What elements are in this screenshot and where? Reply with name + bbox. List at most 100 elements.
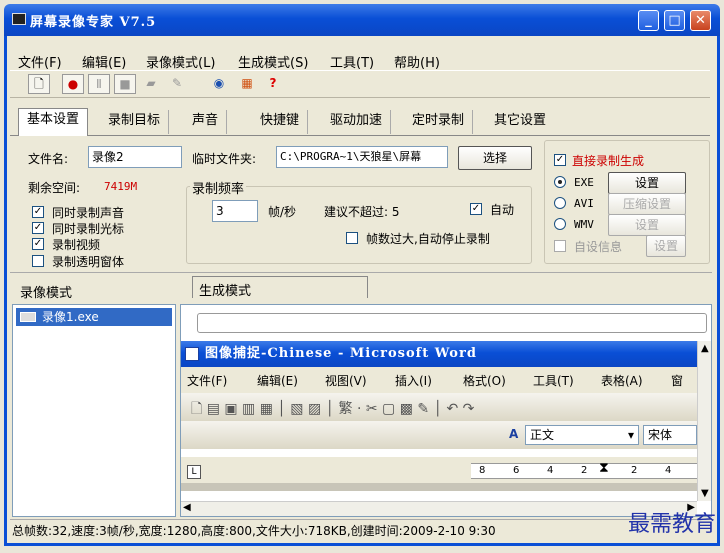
radio-wmv-label: WMV [574,218,594,231]
preview-ruler: L 8 6 4 2 ⧗ 2 4 [181,457,697,491]
paint-icon[interactable]: ▦ [236,74,258,94]
tab-other[interactable]: 其它设置 [486,110,554,134]
check-autostop-label: 帧数过大,自动停止录制 [366,232,490,246]
word-menu-table: 表格(A) [601,374,643,388]
app-icon [12,13,26,25]
word-tool-icons: 🗋 ▤ ▣ ▥ ▦ │ ▧ ▨ │ 繁 · ✂ ▢ ▩ ✎ │ ↶ ↷ [191,401,475,417]
preview-progress [197,313,707,333]
ruler-num: 2 [631,465,638,476]
ruler-num: 2 [581,465,588,476]
menu-bar: 文件(F) 编辑(E) 录像模式(L) 生成模式(S) 工具(T) 帮助(H) [14,48,714,71]
check-record-video[interactable]: ✓ [32,238,44,250]
pause-icon[interactable]: Ⅱ [88,74,110,94]
close-button[interactable]: ✕ [690,10,711,31]
avi-compress-button[interactable]: 压缩设置 [608,193,686,215]
freq-group-label: 录制频率 [190,178,247,197]
tab-strip: 基本设置 录制目标 声音 快捷键 驱动加速 定时录制 其它设置 [10,106,710,136]
word-menu-window: 窗 [671,374,684,388]
check-record-cursor-label: 同时录制光标 [52,222,125,236]
preview-word-title: 图像捕捉-Chinese - Microsoft Word [181,341,697,367]
radio-exe[interactable] [554,176,566,188]
suggest-text: 建议不超过: 5 [324,205,400,219]
style-a-icon: A [509,427,519,441]
minimize-button[interactable]: _ [638,10,659,31]
watermark: 最需教育 [627,512,716,537]
check-record-transparent[interactable] [32,255,44,267]
gen-mode-header: 生成模式 [199,284,252,299]
radio-wmv[interactable] [554,218,566,230]
tab-hotkeys[interactable]: 快捷键 [252,110,309,134]
style-select-value: 正文 [530,428,555,442]
word-menu-edit: 编辑(E) [257,374,298,388]
radio-avi-label: AVI [574,197,594,210]
divider [10,272,712,274]
maximize-button[interactable]: □ [664,10,685,31]
check-direct-label: 直接录制生成 [572,154,645,168]
check-auto[interactable]: ✓ [470,203,482,215]
preview-word-format-bar: A 正文 ▾ 宋体 [181,421,697,449]
check-record-sound-label: 同时录制声音 [52,206,125,220]
file-icon [20,312,36,322]
browse-button[interactable]: 选择 [458,146,532,170]
title-bar: 屏幕录像专家 V7.5 _ □ ✕ [4,4,720,36]
fps-unit: 帧/秒 [268,205,297,219]
camera-icon[interactable]: ▰ [140,74,162,94]
tab-driver[interactable]: 驱动加速 [322,110,392,134]
record-icon[interactable]: ● [62,74,84,94]
ruler-num: 4 [547,465,554,476]
ruler-bottom [181,483,697,491]
tab-target[interactable]: 录制目标 [100,110,170,134]
preview-hscrollbar[interactable]: ◀ ▶ [181,501,697,516]
tab-sound[interactable]: 声音 [184,110,228,134]
scroll-left-icon: ◀ [183,502,191,513]
help-icon[interactable]: ? [262,74,284,94]
font-select: 宋体 [643,425,697,445]
list-item[interactable]: 录像1.exe [16,308,172,326]
menu-help[interactable]: 帮助(H) [394,52,440,71]
indent-marker-icon: ⧗ [599,460,609,476]
pen-icon[interactable]: ✎ [166,74,188,94]
check-record-transparent-label: 录制透明窗体 [52,255,125,269]
check-record-video-label: 录制视频 [52,238,101,252]
tempdir-field[interactable]: C:\PROGRA~1\天狼星\屏幕 [276,146,448,168]
preview-vscrollbar[interactable]: ▲ ▼ [697,341,711,501]
custom-info-button[interactable]: 设置 [646,235,686,257]
check-direct[interactable]: ✓ [554,154,566,166]
check-autostop[interactable] [346,232,358,244]
status-text: 总帧数:32,速度:3帧/秒,宽度:1280,高度:800,文件大小:718KB… [12,524,496,538]
wmv-settings-button[interactable]: 设置 [608,214,686,236]
stop-icon[interactable]: ■ [114,74,136,94]
menu-gen-mode[interactable]: 生成模式(S) [238,52,308,71]
scroll-down-icon: ▼ [701,488,709,499]
globe-icon[interactable]: ◉ [208,74,230,94]
radio-exe-label: EXE [574,176,594,189]
menu-record-mode[interactable]: 录像模式(L) [146,52,215,71]
tab-schedule[interactable]: 定时录制 [404,110,474,134]
record-mode-header: 录像模式 [20,286,73,301]
menu-file[interactable]: 文件(F) [18,52,62,71]
filename-label: 文件名: [28,152,69,166]
tab-stop-icon: L [187,465,201,479]
word-menu-insert: 插入(I) [395,374,432,388]
radio-avi[interactable] [554,197,566,209]
check-record-sound[interactable]: ✓ [32,206,44,218]
free-space-label: 剩余空间: [28,181,81,195]
scroll-up-icon: ▲ [701,343,709,354]
recording-list[interactable]: 录像1.exe [12,304,176,517]
menu-edit[interactable]: 编辑(E) [82,52,126,71]
list-item-label: 录像1.exe [42,310,99,324]
check-auto-label: 自动 [490,203,515,217]
menu-tools[interactable]: 工具(T) [330,52,374,71]
check-custom-info[interactable] [554,240,566,252]
check-record-cursor[interactable]: ✓ [32,222,44,234]
new-icon[interactable]: 🗋 [28,74,50,94]
exe-settings-button[interactable]: 设置 [608,172,686,194]
tempdir-label: 临时文件夹: [192,152,257,166]
tab-basic[interactable]: 基本设置 [18,108,89,136]
word-doc-icon [185,347,199,361]
filename-field[interactable]: 录像2 [88,146,182,168]
fps-field[interactable]: 3 [212,200,258,222]
gen-mode-tab[interactable]: 生成模式 [192,276,368,299]
free-space-value: 7419M [104,180,138,193]
toolbar: 🗋 ● Ⅱ ■ ▰ ✎ ◉ ▦ ? [10,70,710,98]
